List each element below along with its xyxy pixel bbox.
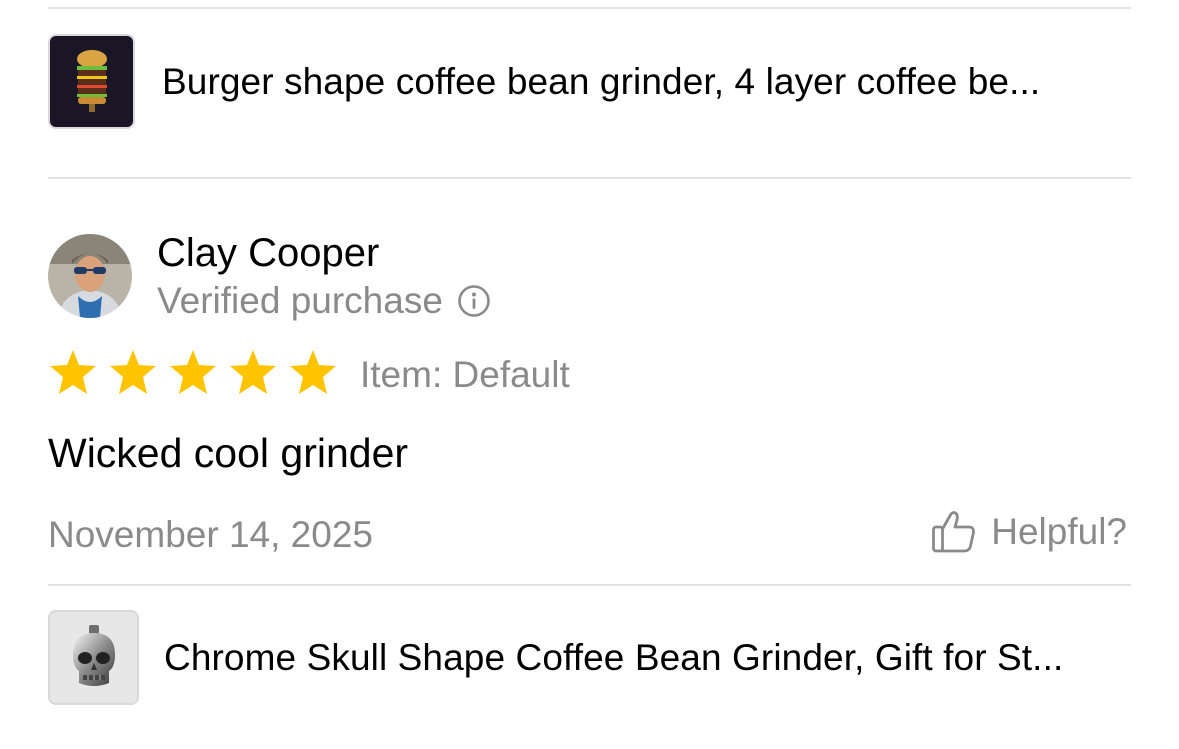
star-icon bbox=[230, 350, 276, 394]
thumbs-up-icon bbox=[931, 510, 977, 554]
item-variant: Item: Default bbox=[360, 354, 570, 395]
reviewer-photo bbox=[48, 234, 132, 318]
burger-grinder-image bbox=[76, 49, 107, 112]
product-thumbnail[interactable] bbox=[48, 34, 135, 129]
helpful-button[interactable]: Helpful? bbox=[931, 509, 1127, 555]
star-icon bbox=[290, 350, 336, 394]
verified-purchase: Verified purchase bbox=[157, 279, 491, 323]
review-text: Wicked cool grinder bbox=[48, 430, 409, 476]
reviewer-name: Clay Cooper bbox=[157, 231, 380, 275]
star-icon bbox=[110, 350, 156, 394]
product-title[interactable]: Chrome Skull Shape Coffee Bean Grinder, … bbox=[164, 637, 1063, 679]
review-date: November 14, 2025 bbox=[48, 514, 373, 555]
product-title[interactable]: Burger shape coffee bean grinder, 4 laye… bbox=[162, 61, 1040, 103]
info-icon[interactable] bbox=[457, 284, 491, 318]
product-row-skull[interactable]: Chrome Skull Shape Coffee Bean Grinder, … bbox=[48, 610, 1131, 705]
star-icon bbox=[50, 350, 96, 394]
divider bbox=[48, 584, 1131, 586]
product-thumbnail[interactable] bbox=[48, 610, 139, 705]
star-icon bbox=[170, 350, 216, 394]
helpful-label: Helpful? bbox=[991, 511, 1127, 552]
product-row-burger[interactable]: Burger shape coffee bean grinder, 4 laye… bbox=[48, 34, 1131, 129]
star-rating bbox=[48, 348, 338, 396]
skull-grinder-image bbox=[72, 624, 115, 686]
divider-top bbox=[48, 7, 1131, 9]
avatar[interactable] bbox=[48, 234, 132, 318]
divider bbox=[48, 177, 1131, 179]
verified-label: Verified purchase bbox=[157, 280, 443, 321]
